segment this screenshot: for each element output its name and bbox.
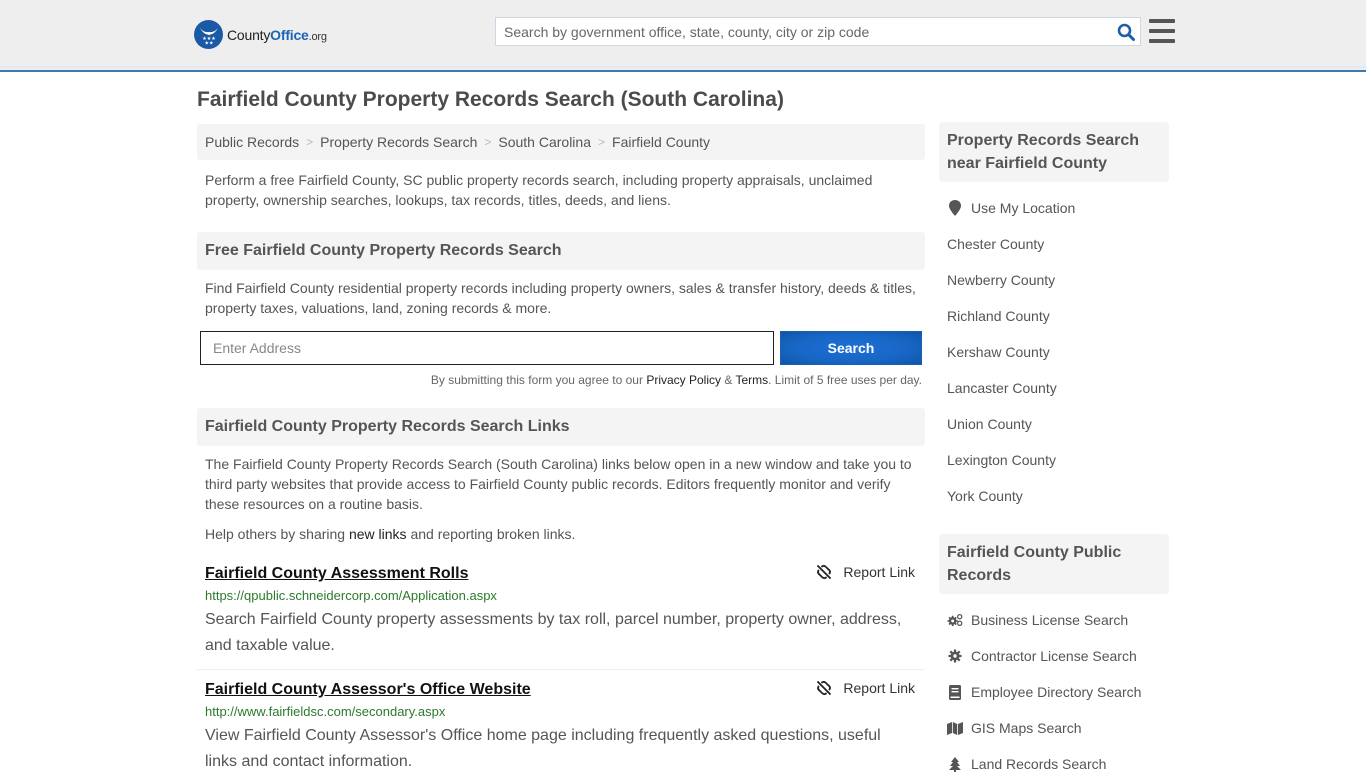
breadcrumb-separator: > (484, 135, 492, 149)
terms-link[interactable]: Terms (735, 373, 768, 387)
links-section-heading: Fairfield County Property Records Search… (197, 408, 925, 446)
public-record-item: Employee Directory Search (947, 674, 1161, 710)
public-record-item: Business License Search (947, 602, 1161, 638)
search-icon[interactable] (1112, 18, 1140, 45)
nearby-heading: Property Records Search near Fairfield C… (939, 122, 1169, 182)
links-section-description: The Fairfield County Property Records Se… (205, 456, 912, 512)
breadcrumb-south-carolina[interactable]: South Carolina (498, 134, 591, 150)
form-disclaimer: By submitting this form you agree to our… (197, 373, 925, 387)
nearby-county-link[interactable]: Kershaw County (947, 344, 1050, 360)
address-input[interactable] (200, 331, 774, 365)
address-search-form: Search (197, 331, 925, 365)
help-prefix: Help others by sharing (205, 526, 349, 542)
breadcrumb: Public Records > Property Records Search… (197, 124, 925, 160)
resource-link-title[interactable]: Fairfield County Assessment Rolls (205, 564, 468, 584)
resource-link-url: http://www.fairfieldsc.com/secondary.asp… (205, 704, 446, 719)
resource-link-description: View Fairfield County Assessor's Office … (205, 727, 881, 770)
disclaimer-prefix: By submitting this form you agree to our (430, 373, 647, 387)
public-record-link[interactable]: GIS Maps Search (971, 720, 1082, 736)
free-search-heading: Free Fairfield County Property Records S… (197, 232, 925, 270)
nearby-county-link[interactable]: York County (947, 488, 1023, 504)
resource-link-item: Fairfield County Assessor's Office Websi… (197, 669, 925, 775)
public-record-link[interactable]: Land Records Search (971, 756, 1106, 772)
nearby-county-list: Use My Location Chester County Newberry … (939, 190, 1169, 514)
nearby-county-link[interactable]: Chester County (947, 236, 1044, 252)
site-search (495, 17, 1141, 46)
report-link-label: Report Link (843, 680, 915, 696)
nearby-county-link[interactable]: Union County (947, 416, 1032, 432)
nearby-county-item: Union County (947, 406, 1161, 442)
nearby-county-link[interactable]: Lexington County (947, 452, 1056, 468)
site-header: ★★★ ★★ CountyOffice.org (0, 0, 1366, 72)
nearby-county-item: Kershaw County (947, 334, 1161, 370)
nearby-county-item: Lancaster County (947, 370, 1161, 406)
new-links-link[interactable]: new links (349, 526, 407, 542)
logo-wordmark: CountyOffice.org (227, 26, 327, 43)
nearby-county-item: Lexington County (947, 442, 1161, 478)
nearby-county-item: Newberry County (947, 262, 1161, 298)
use-my-location-item: Use My Location (947, 190, 1161, 226)
nearby-county-link[interactable]: Newberry County (947, 272, 1055, 288)
intro-text: Perform a free Fairfield County, SC publ… (205, 172, 873, 208)
sidebar: Property Records Search near Fairfield C… (939, 122, 1169, 782)
hamburger-menu-icon[interactable] (1149, 19, 1175, 43)
breadcrumb-separator: > (598, 135, 606, 149)
nearby-county-link[interactable]: Lancaster County (947, 380, 1057, 396)
site-search-input[interactable] (496, 18, 1112, 45)
nearby-county-item: Richland County (947, 298, 1161, 334)
public-records-list: Business License Search Contractor Licen… (939, 602, 1169, 782)
breadcrumb-fairfield-county[interactable]: Fairfield County (612, 134, 710, 150)
resource-link-item: Fairfield County Assessment Rolls Report… (197, 564, 925, 659)
breadcrumb-separator: > (306, 135, 314, 149)
resource-link-url: https://qpublic.schneidercorp.com/Applic… (205, 588, 497, 603)
resource-link-description: Search Fairfield County property assessm… (205, 611, 902, 654)
tree-icon (947, 756, 963, 772)
report-link-button[interactable]: Report Link (816, 680, 915, 696)
resource-link-title[interactable]: Fairfield County Assessor's Office Websi… (205, 680, 531, 700)
public-record-item: Land Records Search (947, 746, 1161, 782)
use-my-location-link[interactable]: Use My Location (971, 200, 1075, 216)
main-content: Public Records > Property Records Search… (197, 124, 925, 775)
site-logo[interactable]: ★★★ ★★ CountyOffice.org (194, 20, 327, 49)
public-records-heading: Fairfield County Public Records (939, 534, 1169, 594)
book-icon (947, 684, 963, 700)
nearby-county-item: Chester County (947, 226, 1161, 262)
map-icon (947, 721, 963, 735)
nearby-county-item: York County (947, 478, 1161, 514)
privacy-policy-link[interactable]: Privacy Policy (646, 373, 721, 387)
disclaimer-suffix: . Limit of 5 free uses per day. (768, 373, 922, 387)
report-link-label: Report Link (843, 564, 915, 580)
free-search-description: Find Fairfield County residential proper… (205, 280, 916, 316)
page-title: Fairfield County Property Records Search… (197, 88, 784, 111)
help-text: Help others by sharing new links and rep… (197, 524, 925, 544)
broken-link-icon (817, 564, 832, 580)
disclaimer-amp: & (721, 373, 736, 387)
public-record-link[interactable]: Business License Search (971, 612, 1128, 628)
public-record-link[interactable]: Employee Directory Search (971, 684, 1141, 700)
gear-icon (947, 649, 963, 663)
nearby-county-link[interactable]: Richland County (947, 308, 1050, 324)
gears-icon (947, 613, 963, 627)
public-record-item: Contractor License Search (947, 638, 1161, 674)
breadcrumb-public-records[interactable]: Public Records (205, 134, 299, 150)
help-suffix: and reporting broken links. (406, 526, 576, 542)
eagle-logo-icon: ★★★ ★★ (194, 20, 223, 49)
public-record-item: GIS Maps Search (947, 710, 1161, 746)
map-marker-icon (947, 200, 963, 216)
svg-text:★★: ★★ (204, 40, 213, 45)
breadcrumb-property-records-search[interactable]: Property Records Search (320, 134, 477, 150)
broken-link-icon (817, 680, 832, 696)
address-search-button[interactable]: Search (780, 331, 922, 365)
report-link-button[interactable]: Report Link (816, 564, 915, 580)
public-record-link[interactable]: Contractor License Search (971, 648, 1137, 664)
